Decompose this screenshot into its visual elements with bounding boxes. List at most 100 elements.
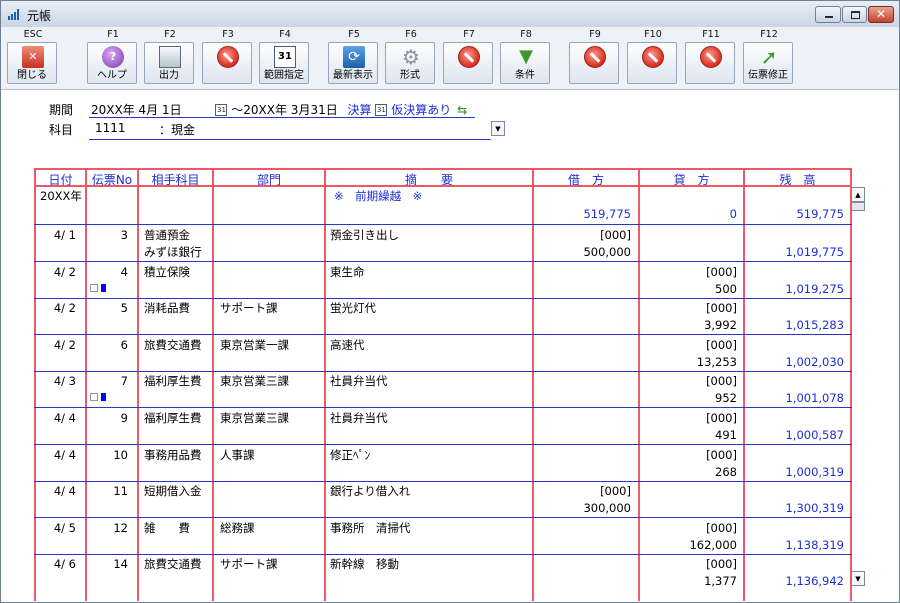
period-label: 期間 [49, 103, 74, 117]
minimize-button[interactable] [815, 6, 841, 23]
vertical-scrollbar[interactable]: ▲ ▼ [851, 187, 865, 586]
scroll-up-icon[interactable]: ▲ [851, 187, 865, 202]
close-window-button[interactable]: ✕ [868, 6, 894, 23]
attachment-checkbox[interactable] [90, 393, 98, 402]
row-credit: 1,377 [704, 574, 737, 589]
toolbar-button-f2[interactable]: 出力 [144, 42, 194, 84]
account-select[interactable]: 1111 ：現金 ▼ [89, 120, 507, 140]
attachment-checkbox[interactable] [90, 283, 98, 292]
toolbar-button-f8[interactable]: ▼ 条件 [500, 42, 550, 84]
row-voucher-no: 6 [120, 337, 128, 352]
toolbar-item-f7: F7 [443, 29, 495, 86]
row-separator [34, 334, 852, 336]
toolbar-button-label: 出力 [159, 70, 179, 81]
function-key-label: F5 [348, 29, 360, 40]
row-balance: 1,001,078 [785, 391, 844, 406]
toolbar-item-f1: F1 ? ヘルプ [87, 29, 139, 86]
toolbar-button-f12[interactable]: ➚ 伝票修正 [743, 42, 793, 84]
row-balance: 1,000,319 [785, 464, 844, 479]
row-credit: 162,000 [689, 537, 737, 552]
toolbar-button-f10[interactable] [627, 42, 677, 84]
column-divider [212, 168, 214, 601]
toolbar-button-f1[interactable]: ? ヘルプ [87, 42, 137, 84]
provisional-settlement-link[interactable]: 仮決算あり [391, 101, 451, 118]
row-counter-account: 普通預金 [144, 228, 190, 242]
toolbar-button-f9[interactable] [569, 42, 619, 84]
toolbar-button-label: 閉じる [17, 70, 47, 81]
toolbar-button-f3[interactable] [202, 42, 252, 84]
column-header[interactable]: 残 高 [745, 171, 850, 187]
column-header[interactable]: 貸 方 [640, 171, 743, 187]
column-header[interactable]: 日付 [36, 171, 85, 187]
column-header[interactable]: 伝票No [87, 171, 137, 187]
function-key-label: F1 [107, 29, 119, 40]
row-credit-tag: [000] [706, 411, 737, 425]
chevron-down-icon[interactable]: ▼ [491, 121, 505, 136]
row-department: サポート課 [220, 557, 278, 572]
toolbar-item-f8: F8 ▼ 条件 [500, 29, 552, 86]
account-underline [89, 139, 491, 140]
toolbar-button-f5[interactable]: ⟳ 最新表示 [328, 42, 378, 84]
row-credit: 268 [715, 464, 737, 479]
toolbar-button-f11[interactable] [685, 42, 735, 84]
maximize-button[interactable] [842, 6, 867, 23]
function-key-label: F8 [520, 29, 532, 40]
row-credit-tag: [000] [706, 557, 737, 572]
toolbar-item-f5: F5 ⟳ 最新表示 [328, 29, 380, 86]
row-balance: 1,136,942 [785, 574, 844, 589]
row-date: 4/ 1 [53, 228, 76, 242]
calendar-icon[interactable]: 31 [215, 103, 228, 116]
row-date: 4/ 4 [53, 411, 76, 425]
calendar-icon[interactable]: 31 [375, 103, 388, 116]
column-divider [324, 168, 326, 601]
row-summary: 蛍光灯代 [330, 301, 376, 316]
row-date: 4/ 5 [53, 520, 76, 535]
disabled-icon [700, 46, 722, 68]
row-summary: 修正ﾍﾟﾝ [330, 447, 371, 462]
ledger-table: 日付 伝票No 相手科目 部門摘 要借 方貸 方残 高 20XX年 ※ 前期繰越 ※ 519… [34, 168, 852, 601]
row-department: 東京営業一課 [220, 337, 289, 352]
toolbar-item-esc: ESC ✕ 閉じる [7, 29, 59, 86]
account-code: 1111 [95, 121, 126, 135]
refresh-icon: ⟳ [343, 46, 365, 68]
function-key-label: F9 [589, 29, 601, 40]
toolbar-button-f6[interactable]: ⚙ 形式 [385, 42, 435, 84]
row-debit-tag: [000] [600, 484, 631, 499]
column-header[interactable]: 借 方 [534, 171, 638, 187]
close-x-icon: ✕ [22, 46, 44, 68]
function-key-toolbar: ESC ✕ 閉じる F1? ヘルプ F2 出力 F3 F4 31 範囲指定 F5 ⟳ 最新表示 F6 ⚙ 形式 F… [1, 27, 899, 90]
function-key-label: F4 [279, 29, 291, 40]
row-voucher-no: 3 [120, 228, 128, 242]
toolbar-item-f2: F2 出力 [144, 29, 196, 86]
column-header[interactable]: 相手科目 [139, 171, 212, 187]
row-department: 東京営業三課 [220, 374, 289, 389]
row-balance: 1,002,030 [785, 354, 844, 369]
note-marker-icon [101, 283, 106, 292]
row-counter-account: 消耗品費 [144, 301, 190, 316]
row-credit: 500 [715, 281, 737, 296]
toolbar-button-esc[interactable]: ✕ 閉じる [7, 42, 57, 84]
scroll-down-icon[interactable]: ▼ [851, 571, 865, 586]
toolbar-item-f9: F9 [569, 29, 621, 86]
function-key-label: F6 [405, 29, 417, 40]
toolbar-item-f11: F11 [685, 29, 737, 86]
row-credit-tag: [000] [706, 264, 737, 279]
column-header[interactable]: 部門 [214, 171, 324, 187]
row-counter-account: 短期借入金 [144, 484, 202, 499]
period-to[interactable]: 〜20XX年 3月31日 [231, 101, 337, 118]
period-from[interactable]: 20XX年 4月 1日 [91, 101, 182, 118]
settlement-link[interactable]: 決算 [348, 101, 372, 118]
carryover-credit: 0 [729, 207, 737, 221]
filter-icon: ▼ [519, 46, 533, 67]
toolbar-button-f4[interactable]: 31 範囲指定 [259, 42, 309, 84]
scroll-thumb[interactable] [851, 202, 865, 211]
row-summary: 東生命 [330, 264, 365, 279]
toolbar-button-label: 条件 [515, 70, 535, 81]
column-header[interactable]: 摘 要 [326, 171, 532, 187]
row-voucher-no: 4 [120, 264, 128, 279]
toolbar-button-label: 形式 [400, 70, 420, 81]
row-summary: 高速代 [330, 337, 365, 352]
toolbar-button-f7[interactable] [443, 42, 493, 84]
column-divider [34, 168, 36, 601]
swap-arrows-icon[interactable]: ⇆ [457, 103, 467, 117]
